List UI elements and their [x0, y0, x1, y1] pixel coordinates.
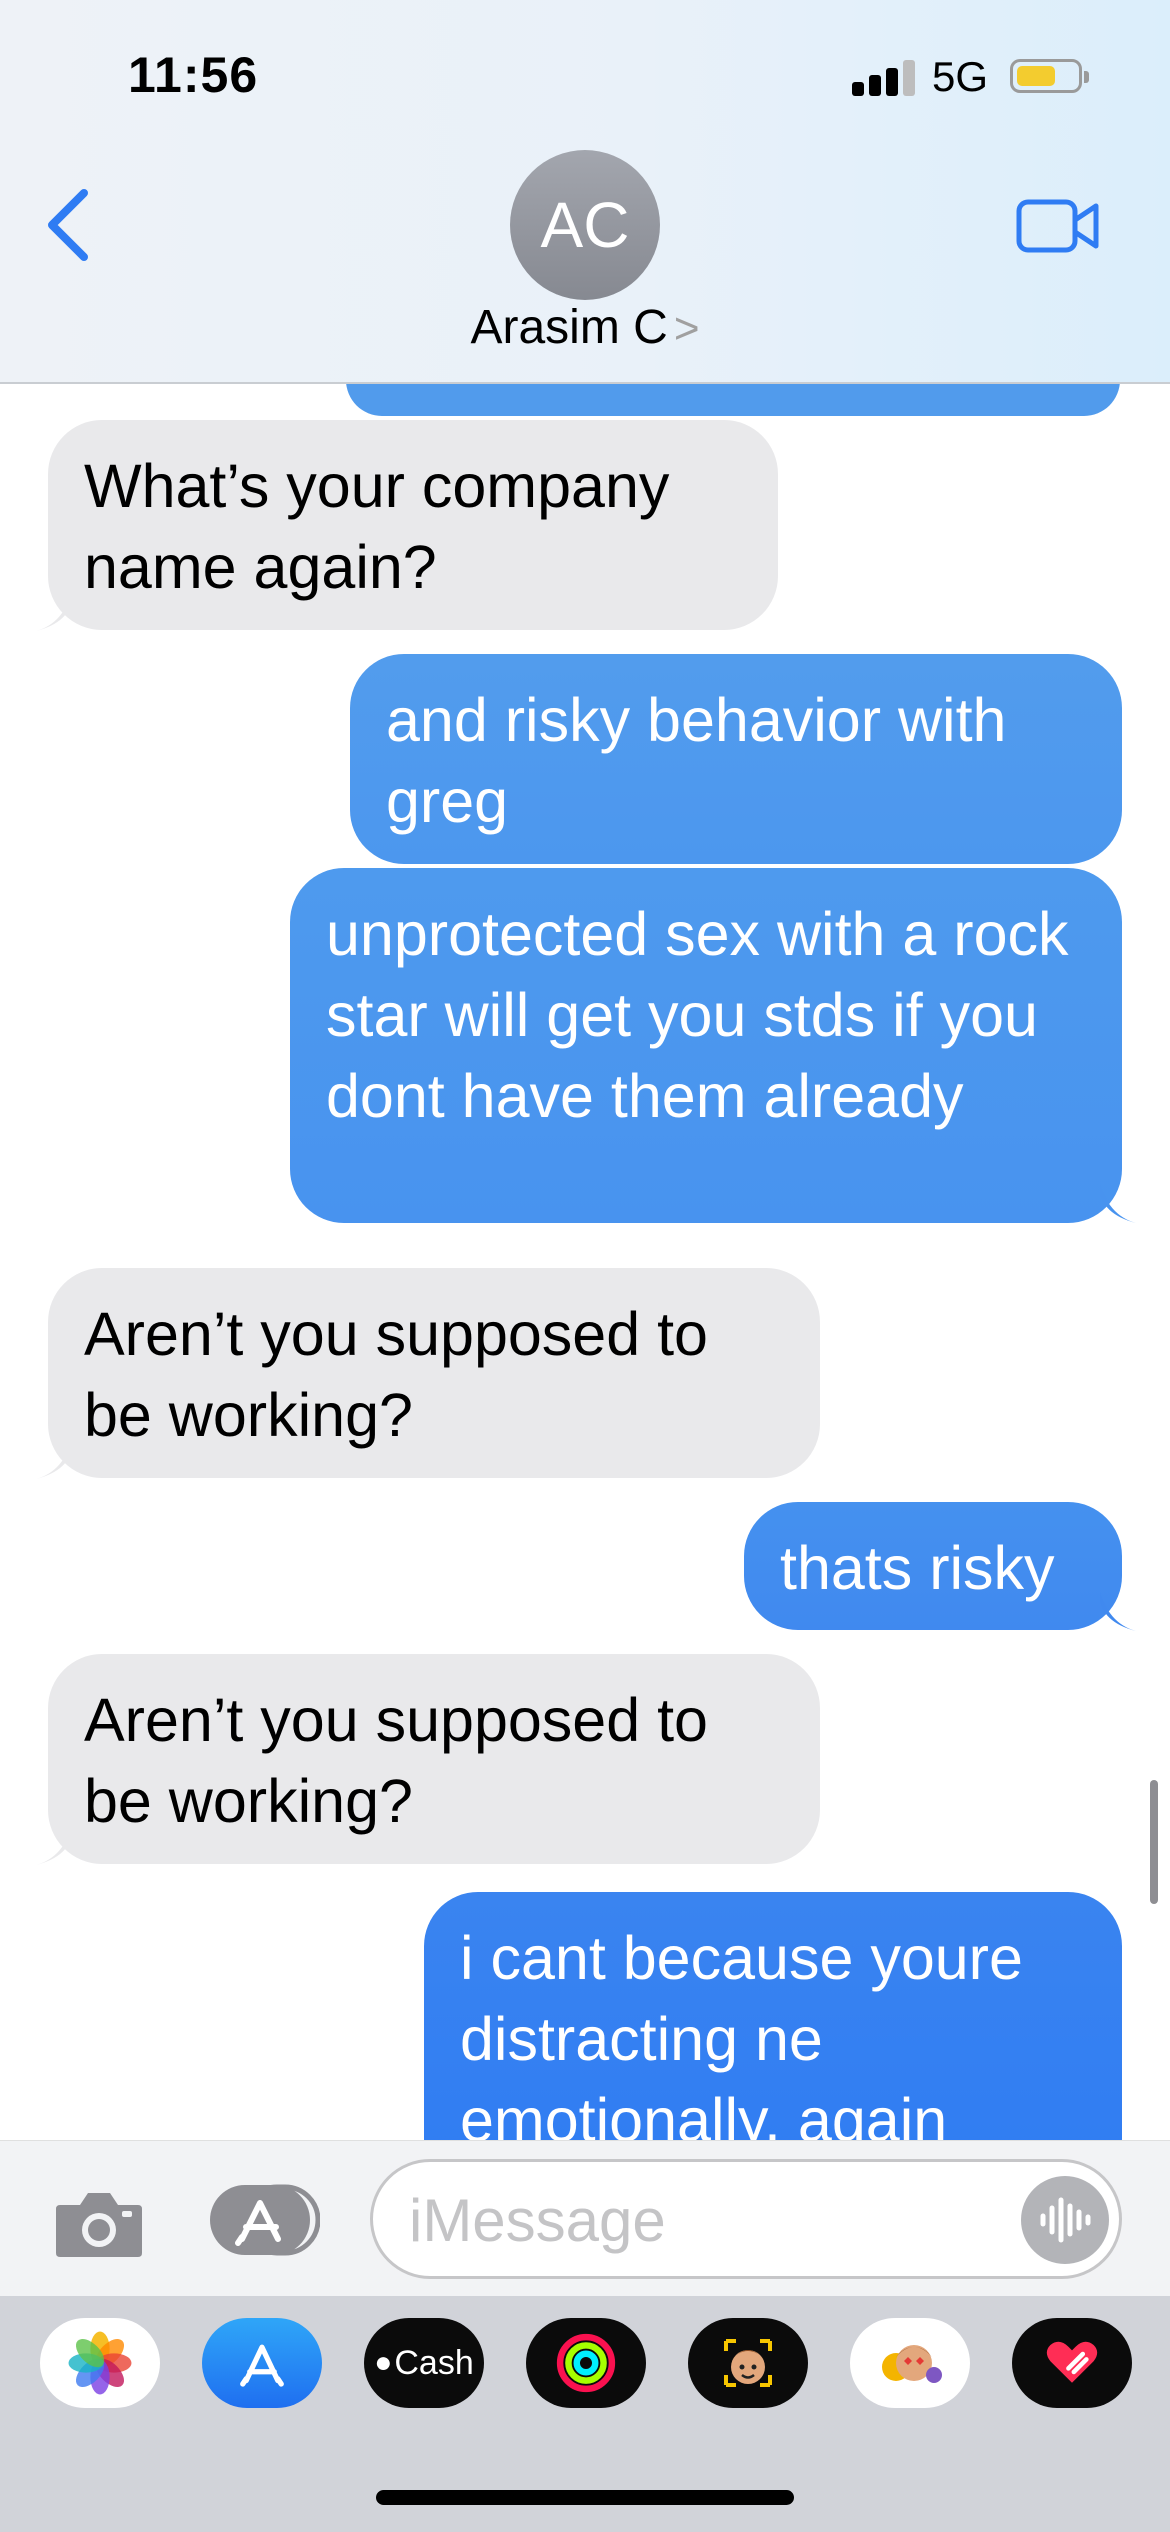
audio-message-icon[interactable]: [1021, 2176, 1109, 2264]
sent-bubble[interactable]: thats risky: [744, 1502, 1122, 1630]
sent-bubble[interactable]: i cant because youre distracting ne emot…: [424, 1892, 1122, 2140]
cellular-signal-icon: [852, 60, 916, 96]
facetime-video-icon[interactable]: [1016, 198, 1100, 254]
chevron-right-icon: >: [673, 304, 700, 353]
sent-bubble[interactable]: and risky behavior with greg: [350, 654, 1122, 864]
bubble-tail: [1100, 1592, 1140, 1632]
bubble-tail: [32, 1440, 72, 1480]
contact-name: Arasim C: [470, 301, 668, 354]
network-type: 5G: [932, 53, 989, 100]
received-bubble[interactable]: What’s your company name again?: [48, 420, 778, 630]
message-text: What’s your company name again?: [84, 452, 670, 601]
back-chevron-icon[interactable]: [40, 185, 100, 265]
conversation-header: 11:56 5G AC Arasim C >: [0, 0, 1170, 384]
message-text: thats risky: [780, 1534, 1055, 1602]
imessage-input[interactable]: [407, 2162, 971, 2278]
compose-bar: [0, 2140, 1170, 2296]
message-text: i cant because youre distracting ne emot…: [460, 1924, 1023, 2140]
apple-logo-icon: ●: [374, 2346, 393, 2379]
imessage-field[interactable]: [370, 2159, 1122, 2279]
contact-name-button[interactable]: Arasim C >: [0, 300, 1170, 355]
received-bubble[interactable]: Aren’t you supposed to be working?: [48, 1654, 820, 1864]
message-text: Aren’t you supposed to be working?: [84, 1300, 708, 1449]
message-thread[interactable]: What’s your company name again? and risk…: [0, 384, 1170, 2140]
received-bubble[interactable]: Aren’t you supposed to be working?: [48, 1268, 820, 1478]
bubble-tail: [32, 592, 72, 632]
app-store-button-icon[interactable]: [208, 2181, 320, 2259]
bubble-tail: [1100, 1184, 1140, 1224]
digital-touch-app-icon[interactable]: [1012, 2318, 1132, 2408]
contact-avatar[interactable]: AC: [510, 150, 660, 300]
memoji-stickers-app-icon[interactable]: [850, 2318, 970, 2408]
message-text: and risky behavior with greg: [386, 686, 1007, 835]
scroll-indicator[interactable]: [1150, 1780, 1158, 1904]
memoji-app-icon[interactable]: [688, 2318, 808, 2408]
message-text: unprotected sex with a rock star will ge…: [326, 900, 1069, 1130]
apple-cash-app-icon[interactable]: ● Cash: [364, 2318, 484, 2408]
message-text: Aren’t you supposed to be working?: [84, 1686, 708, 1835]
sent-bubble[interactable]: unprotected sex with a rock star will ge…: [290, 868, 1122, 1223]
bubble-tail: [32, 1826, 72, 1866]
battery-icon: [1010, 59, 1089, 93]
sent-bubble-partial[interactable]: [346, 384, 1120, 416]
cash-label: Cash: [394, 2343, 474, 2382]
camera-icon[interactable]: [54, 2189, 144, 2259]
home-indicator[interactable]: [376, 2490, 794, 2505]
status-time: 11:56: [128, 47, 259, 103]
app-store-app-icon[interactable]: [202, 2318, 322, 2408]
photos-app-icon[interactable]: [40, 2318, 160, 2408]
fitness-app-icon[interactable]: [526, 2318, 646, 2408]
